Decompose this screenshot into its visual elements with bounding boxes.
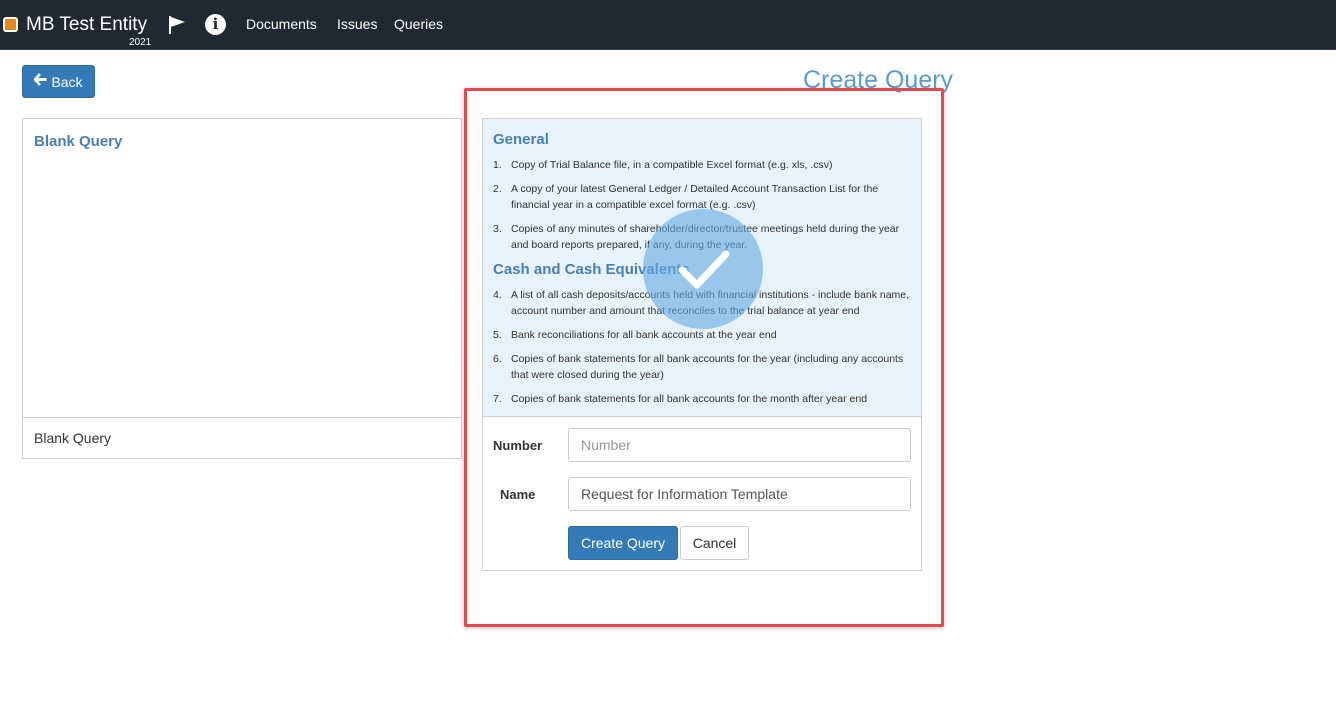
entity-year: 2021	[129, 37, 152, 48]
nav-queries[interactable]: Queries	[394, 16, 443, 32]
top-navbar: MB Test Entity 2021 i Documents Issues Q…	[0, 0, 1336, 50]
info-icon[interactable]: i	[205, 14, 226, 35]
template-list-footer: Blank Query	[34, 430, 112, 446]
entity-name[interactable]: MB Test Entity	[26, 14, 147, 36]
back-button-label: Back	[51, 73, 83, 90]
template-list-panel[interactable]: Blank Query Blank Query	[22, 118, 462, 459]
divider	[23, 417, 461, 418]
template-list-title: Blank Query	[34, 133, 123, 150]
nav-issues[interactable]: Issues	[337, 16, 377, 32]
arrow-left-icon	[34, 73, 47, 90]
back-button[interactable]: Back	[22, 65, 95, 98]
flag-icon[interactable]	[167, 15, 187, 35]
nav-documents[interactable]: Documents	[246, 16, 317, 32]
entity-color-icon	[3, 17, 18, 32]
highlight-frame	[464, 88, 944, 627]
